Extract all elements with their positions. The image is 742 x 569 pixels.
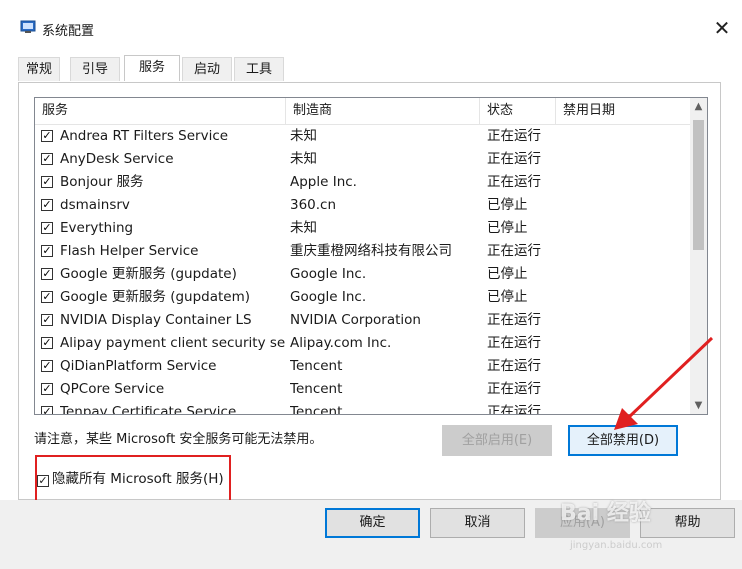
service-checkbox[interactable]: ✓: [41, 406, 53, 414]
ms-services-note: 请注意，某些 Microsoft 安全服务可能无法禁用。: [34, 432, 323, 447]
service-status: 正在运行: [487, 404, 541, 415]
service-checkbox[interactable]: ✓: [41, 383, 53, 395]
service-name: AnyDesk Service: [60, 151, 174, 167]
service-checkbox[interactable]: ✓: [41, 199, 53, 211]
service-status: 正在运行: [487, 381, 541, 397]
service-manufacturer: Google Inc.: [290, 266, 367, 282]
service-status: 正在运行: [487, 128, 541, 144]
cancel-button[interactable]: 取消: [430, 508, 525, 538]
service-checkbox[interactable]: ✓: [41, 153, 53, 165]
service-name: Google 更新服务 (gupdate): [60, 266, 237, 282]
service-manufacturer: Alipay.com Inc.: [290, 335, 392, 351]
scroll-down-icon[interactable]: ▼: [690, 397, 707, 414]
service-status: 已停止: [487, 289, 528, 305]
service-name: dsmainsrv: [60, 197, 130, 213]
list-item[interactable]: ✓ Google 更新服务 (gupdate) Google Inc. 已停止: [35, 263, 690, 286]
watermark-logo: Bai 经验: [560, 501, 651, 526]
service-manufacturer: NVIDIA Corporation: [290, 312, 421, 328]
ok-button[interactable]: 确定: [325, 508, 420, 538]
service-name: Alipay payment client security ser...: [60, 335, 286, 351]
list-item[interactable]: ✓ Google 更新服务 (gupdatem) Google Inc. 已停止: [35, 286, 690, 309]
service-manufacturer: 未知: [290, 220, 317, 236]
column-header-status[interactable]: 状态: [480, 98, 556, 124]
service-name: NVIDIA Display Container LS: [60, 312, 252, 328]
tab-services[interactable]: 服务: [124, 55, 180, 81]
service-manufacturer: Apple Inc.: [290, 174, 357, 190]
service-status: 正在运行: [487, 358, 541, 374]
service-manufacturer: 重庆重橙网络科技有限公司: [290, 243, 452, 259]
scroll-thumb[interactable]: [693, 120, 704, 250]
service-status: 已停止: [487, 220, 528, 236]
services-list[interactable]: 服务 制造商 状态 禁用日期 ✓ Andrea RT Filters Servic…: [34, 97, 708, 415]
list-item[interactable]: ✓ Alipay payment client security ser... Al…: [35, 332, 690, 355]
service-name: Everything: [60, 220, 134, 236]
service-checkbox[interactable]: ✓: [41, 314, 53, 326]
tab-general[interactable]: 常规: [18, 57, 60, 81]
service-manufacturer: 未知: [290, 128, 317, 144]
service-checkbox[interactable]: ✓: [41, 360, 53, 372]
service-status: 已停止: [487, 197, 528, 213]
service-name: Tenpay Certificate Service: [60, 404, 237, 415]
service-checkbox[interactable]: ✓: [41, 268, 53, 280]
tab-tools[interactable]: 工具: [234, 57, 284, 81]
list-item[interactable]: ✓ dsmainsrv 360.cn 已停止: [35, 194, 690, 217]
help-button[interactable]: 帮助: [640, 508, 735, 538]
service-status: 已停止: [487, 266, 528, 282]
service-manufacturer: Tencent: [290, 381, 343, 397]
service-name: Google 更新服务 (gupdatem): [60, 289, 251, 305]
window-title: 系统配置: [42, 24, 95, 39]
watermark-url: jingyan.baidu.com: [570, 540, 663, 551]
service-checkbox[interactable]: ✓: [41, 245, 53, 257]
service-name: Bonjour 服务: [60, 174, 144, 190]
service-manufacturer: Tencent: [290, 358, 343, 374]
service-manufacturer: Google Inc.: [290, 289, 367, 305]
service-status: 正在运行: [487, 243, 541, 259]
system-config-icon: [20, 20, 36, 33]
service-checkbox[interactable]: ✓: [41, 222, 53, 234]
scroll-up-icon[interactable]: ▲: [690, 98, 707, 115]
list-item[interactable]: ✓ Everything 未知 已停止: [35, 217, 690, 240]
service-manufacturer: Tencent: [290, 404, 343, 415]
annotation-highlight-box: [35, 455, 231, 503]
list-item[interactable]: ✓ Tenpay Certificate Service Tencent 正在运行: [35, 401, 690, 415]
list-item[interactable]: ✓ Flash Helper Service 重庆重橙网络科技有限公司 正在运行: [35, 240, 690, 263]
tab-startup[interactable]: 启动: [182, 57, 232, 81]
service-status: 正在运行: [487, 151, 541, 167]
column-header-manufacturer[interactable]: 制造商: [286, 98, 480, 124]
column-header-disabled-date[interactable]: 禁用日期: [556, 98, 690, 124]
service-checkbox[interactable]: ✓: [41, 337, 53, 349]
service-status: 正在运行: [487, 312, 541, 328]
service-checkbox[interactable]: ✓: [41, 291, 53, 303]
list-item[interactable]: ✓ Andrea RT Filters Service 未知 正在运行: [35, 125, 690, 148]
service-name: QPCore Service: [60, 381, 165, 397]
list-item[interactable]: ✓ QPCore Service Tencent 正在运行: [35, 378, 690, 401]
list-item[interactable]: ✓ NVIDIA Display Container LS NVIDIA Corpo…: [35, 309, 690, 332]
enable-all-button[interactable]: 全部启用(E): [442, 425, 552, 456]
list-item[interactable]: ✓ AnyDesk Service 未知 正在运行: [35, 148, 690, 171]
service-name: Flash Helper Service: [60, 243, 199, 259]
service-status: 正在运行: [487, 174, 541, 190]
disable-all-button[interactable]: 全部禁用(D): [568, 425, 678, 456]
service-status: 正在运行: [487, 335, 541, 351]
list-header: 服务 制造商 状态 禁用日期: [35, 98, 690, 125]
service-manufacturer: 未知: [290, 151, 317, 167]
list-item[interactable]: ✓ QiDianPlatform Service Tencent 正在运行: [35, 355, 690, 378]
tab-boot[interactable]: 引导: [70, 57, 120, 81]
service-name: Andrea RT Filters Service: [60, 128, 229, 144]
service-manufacturer: 360.cn: [290, 197, 337, 213]
service-checkbox[interactable]: ✓: [41, 176, 53, 188]
close-icon[interactable]: ✕: [710, 16, 734, 40]
vertical-scrollbar[interactable]: ▲ ▼: [690, 98, 707, 414]
list-rows: ✓ Andrea RT Filters Service 未知 正在运行 ✓ AnyDesk…: [35, 125, 690, 415]
service-checkbox[interactable]: ✓: [41, 130, 53, 142]
list-item[interactable]: ✓ Bonjour 服务 Apple Inc. 正在运行: [35, 171, 690, 194]
column-header-service[interactable]: 服务: [35, 98, 286, 124]
service-name: QiDianPlatform Service: [60, 358, 217, 374]
